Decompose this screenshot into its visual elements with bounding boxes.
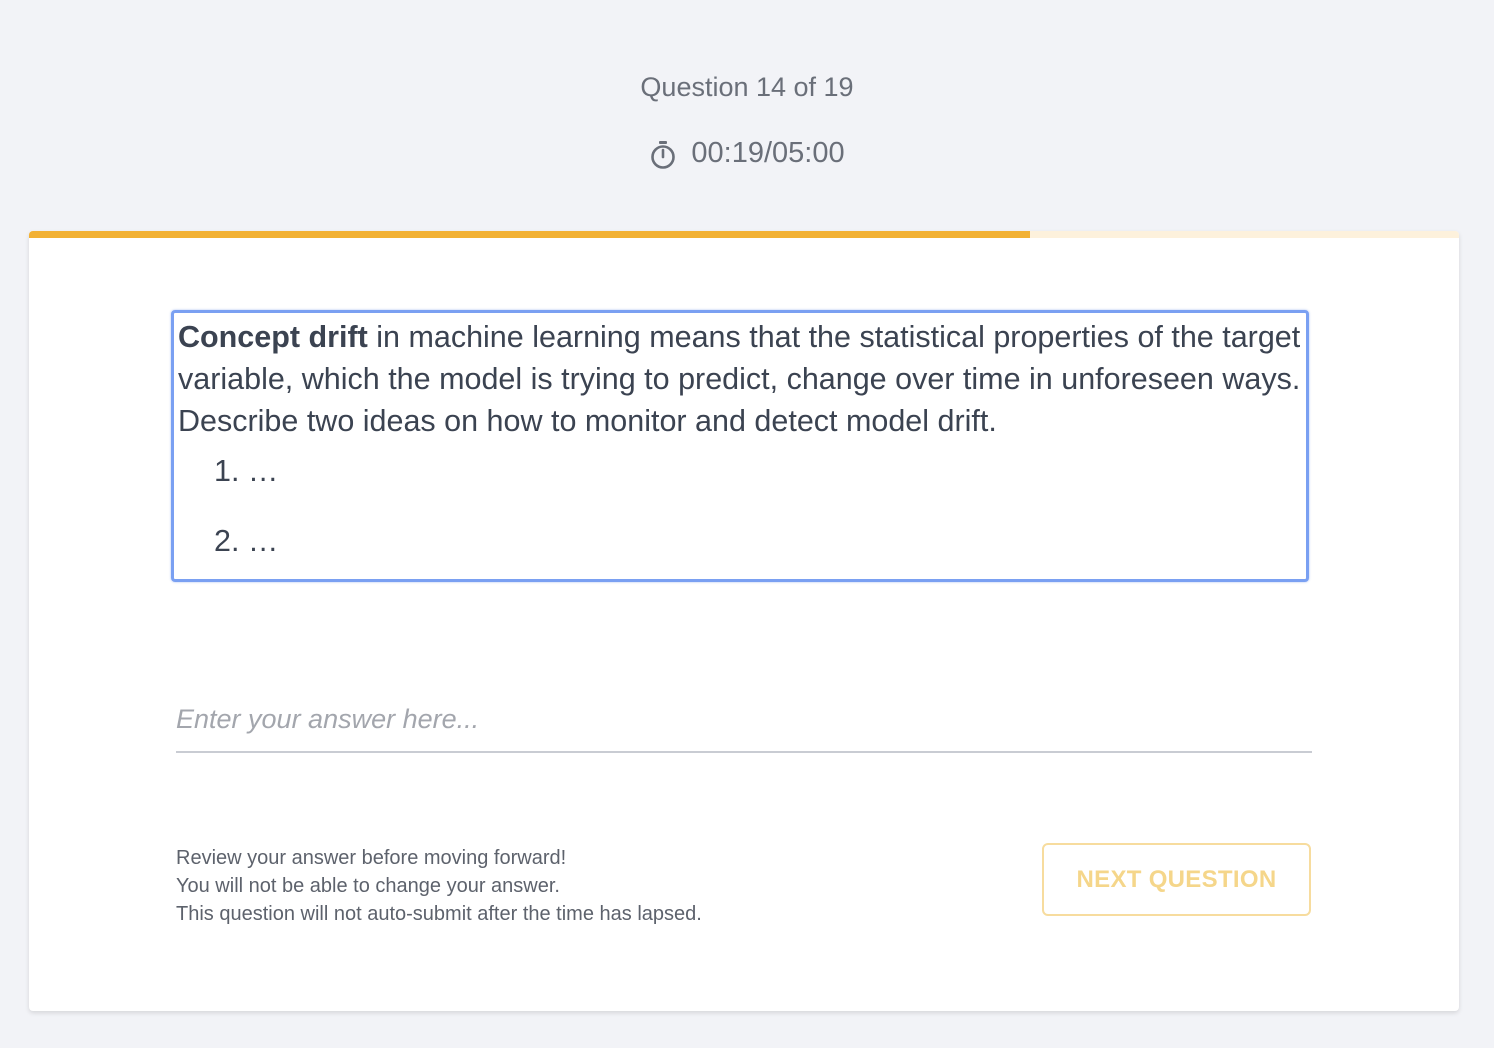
question-box[interactable]: Concept drift in machine learning means … xyxy=(171,310,1309,582)
list-item: 2. … xyxy=(214,524,279,558)
question-card: Concept drift in machine learning means … xyxy=(29,231,1459,1011)
answer-input[interactable] xyxy=(176,687,1312,753)
next-question-button[interactable]: NEXT QUESTION xyxy=(1042,843,1311,916)
list-item: 1. … xyxy=(214,454,279,488)
progress-bar-fill xyxy=(29,231,1030,238)
question-text: Concept drift in machine learning means … xyxy=(178,316,1306,442)
question-counter: Question 14 of 19 xyxy=(640,72,854,102)
timer-text: 00:19/05:00 xyxy=(691,137,845,169)
progress-bar xyxy=(29,231,1459,238)
question-list: 1. … 2. … xyxy=(178,452,1306,560)
question-bold-term: Concept drift xyxy=(178,320,368,354)
timer: 00:19/05:00 xyxy=(0,134,1494,172)
stopwatch-icon xyxy=(651,141,676,169)
review-notice: Review your answer before moving forward… xyxy=(176,844,702,928)
notice-line: This question will not auto-submit after… xyxy=(176,903,702,925)
notice-line: You will not be able to change your answ… xyxy=(176,875,560,897)
notice-line: Review your answer before moving forward… xyxy=(176,847,567,869)
